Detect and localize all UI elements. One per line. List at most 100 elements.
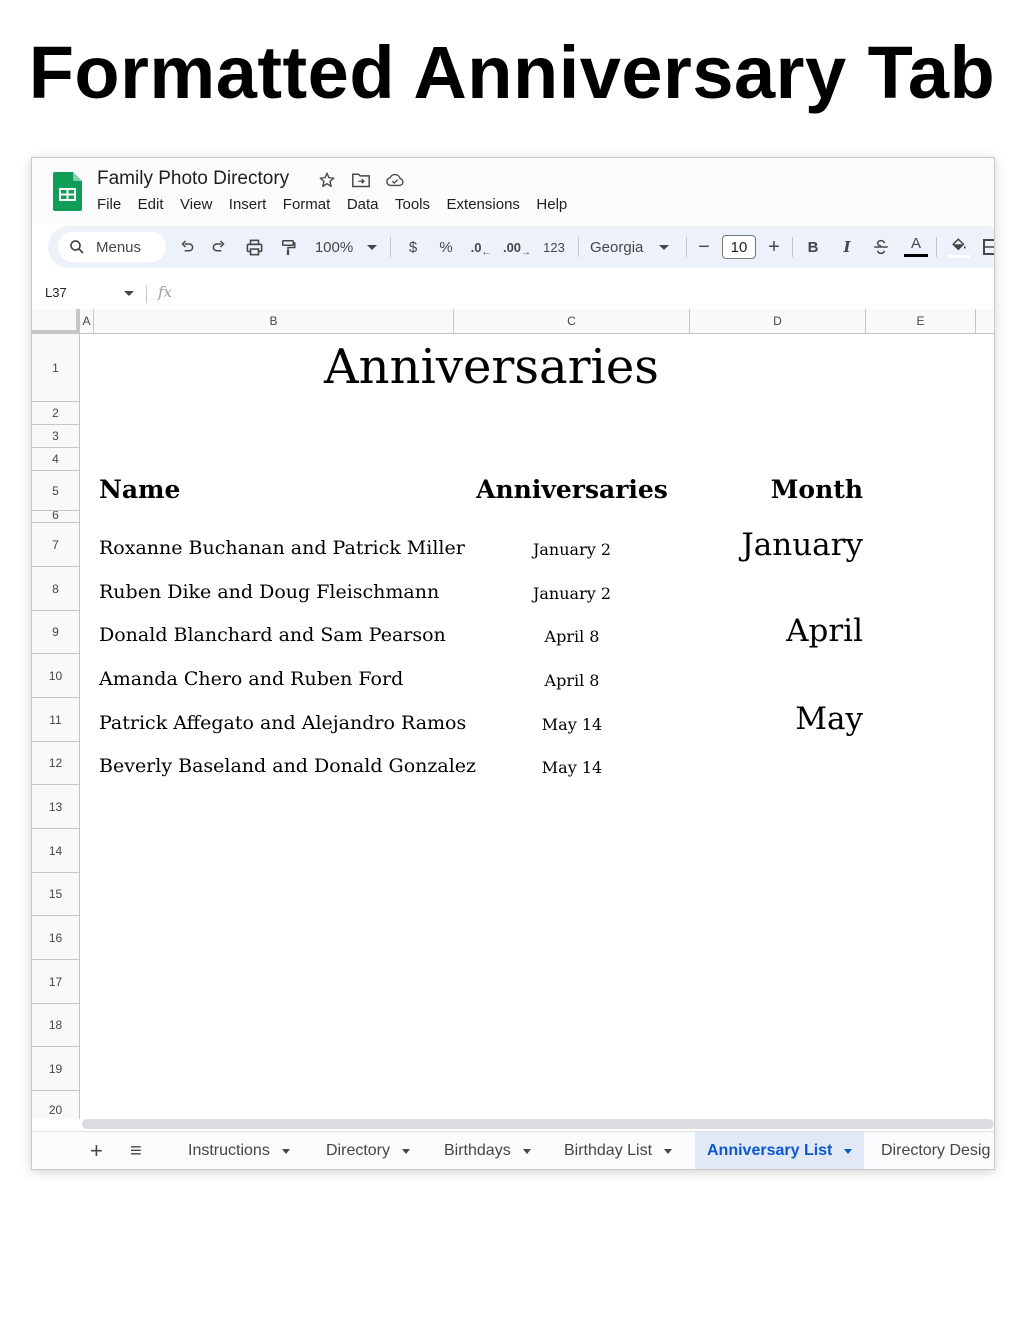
name-cell[interactable]: Amanda Chero and Ruben Ford xyxy=(99,668,403,690)
menu-view[interactable]: View xyxy=(180,196,212,213)
column-header-a[interactable]: A xyxy=(80,309,94,334)
column-header-d[interactable]: D xyxy=(690,309,866,334)
currency-button[interactable]: $ xyxy=(402,226,424,268)
row-header-15[interactable]: 15 xyxy=(32,873,80,916)
date-cell[interactable]: April 8 xyxy=(454,627,690,646)
print-button[interactable] xyxy=(241,226,267,268)
undo-button[interactable] xyxy=(174,226,200,268)
cloud-status-icon[interactable] xyxy=(385,170,405,190)
row-header-3[interactable]: 3 xyxy=(32,425,80,448)
column-header-f[interactable] xyxy=(976,309,994,334)
row-header-11[interactable]: 11 xyxy=(32,698,80,742)
move-folder-icon[interactable] xyxy=(351,170,371,190)
font-size-input[interactable]: 10 xyxy=(722,235,756,259)
row-header-13[interactable]: 13 xyxy=(32,785,80,829)
sheet-tab-bar: + ≡ Instructions Directory Birthdays Bir… xyxy=(32,1131,994,1169)
percent-button[interactable]: % xyxy=(435,226,457,268)
strikethrough-button[interactable] xyxy=(869,226,893,268)
italic-button[interactable]: I xyxy=(836,226,858,268)
month-cell-april[interactable]: April xyxy=(683,613,863,649)
menu-help[interactable]: Help xyxy=(536,196,567,213)
row-header-10[interactable]: 10 xyxy=(32,654,80,698)
column-header-c[interactable]: C xyxy=(454,309,690,334)
star-icon[interactable] xyxy=(317,170,337,190)
tab-birthday-list[interactable]: Birthday List xyxy=(564,1132,673,1169)
name-cell[interactable]: Beverly Baseland and Donald Gonzalez xyxy=(99,755,476,777)
text-color-button[interactable]: A xyxy=(903,226,929,268)
borders-button[interactable] xyxy=(982,226,994,268)
document-title[interactable]: Family Photo Directory xyxy=(97,168,289,190)
row-header-14[interactable]: 14 xyxy=(32,829,80,873)
menu-file[interactable]: File xyxy=(97,196,121,213)
month-cell-january[interactable]: January xyxy=(683,527,863,563)
menu-edit[interactable]: Edit xyxy=(138,196,164,213)
paint-format-button[interactable] xyxy=(275,226,301,268)
row-header-19[interactable]: 19 xyxy=(32,1047,80,1091)
row-header-17[interactable]: 17 xyxy=(32,960,80,1004)
font-size-decrease-button[interactable]: − xyxy=(694,226,714,268)
row-header-5[interactable]: 5 xyxy=(32,471,80,511)
row-header-16[interactable]: 16 xyxy=(32,916,80,960)
bold-button[interactable]: B xyxy=(802,226,824,268)
minus-label: − xyxy=(698,235,710,258)
redo-button[interactable] xyxy=(206,226,232,268)
row-header-7[interactable]: 7 xyxy=(32,523,80,567)
date-cell[interactable]: January 2 xyxy=(454,540,690,559)
sheets-logo-icon[interactable] xyxy=(53,172,82,211)
menu-extensions[interactable]: Extensions xyxy=(447,196,520,213)
row-header-1[interactable]: 1 xyxy=(32,334,80,402)
formula-input[interactable] xyxy=(182,282,982,306)
name-box[interactable]: L37 xyxy=(45,285,67,300)
date-cell[interactable]: April 8 xyxy=(454,671,690,690)
date-cell[interactable]: May 14 xyxy=(454,758,690,777)
menu-data[interactable]: Data xyxy=(347,196,379,213)
row-header-12[interactable]: 12 xyxy=(32,742,80,785)
font-select[interactable]: Georgia xyxy=(588,226,680,268)
fill-color-button[interactable] xyxy=(946,226,972,268)
column-header-b[interactable]: B xyxy=(94,309,454,334)
name-cell[interactable]: Roxanne Buchanan and Patrick Miller xyxy=(99,537,465,559)
row-header-4[interactable]: 4 xyxy=(32,448,80,471)
tab-instructions[interactable]: Instructions xyxy=(188,1132,290,1169)
date-cell[interactable]: January 2 xyxy=(454,584,690,603)
month-cell-may[interactable]: May xyxy=(683,701,863,737)
column-header-e[interactable]: E xyxy=(866,309,976,334)
zoom-select[interactable]: 100% xyxy=(310,226,382,268)
caret-down-icon xyxy=(281,1148,290,1154)
tab-directory[interactable]: Directory xyxy=(326,1132,411,1169)
name-cell[interactable]: Donald Blanchard and Sam Pearson xyxy=(99,624,446,646)
tab-label: Birthday List xyxy=(564,1142,653,1159)
header-month-cell[interactable]: Month xyxy=(683,475,863,504)
menus-search[interactable]: Menus xyxy=(58,232,166,262)
row-header-20[interactable]: 20 xyxy=(32,1091,80,1119)
row-header-6[interactable]: 6 xyxy=(32,511,80,523)
tab-directory-design[interactable]: Directory Desig xyxy=(881,1132,990,1169)
all-sheets-menu-icon[interactable]: ≡ xyxy=(130,1132,142,1169)
increase-decimal-button[interactable]: .00 → xyxy=(502,226,532,268)
page-heading: Formatted Anniversary Tab xyxy=(28,31,996,114)
tab-anniversary-list[interactable]: Anniversary List xyxy=(695,1132,865,1169)
add-sheet-button[interactable]: + xyxy=(90,1132,103,1169)
row-header-9[interactable]: 9 xyxy=(32,611,80,654)
select-all-corner[interactable] xyxy=(32,309,80,334)
font-size-increase-button[interactable]: + xyxy=(764,226,784,268)
date-cell[interactable]: May 14 xyxy=(454,715,690,734)
caret-down-icon[interactable] xyxy=(124,291,134,296)
row-header-8[interactable]: 8 xyxy=(32,567,80,611)
menu-insert[interactable]: Insert xyxy=(229,196,267,213)
row-header-18[interactable]: 18 xyxy=(32,1004,80,1047)
row-header-2[interactable]: 2 xyxy=(32,402,80,425)
caret-down-icon xyxy=(664,1148,673,1154)
decrease-decimal-button[interactable]: .0 ← xyxy=(468,226,494,268)
name-cell[interactable]: Ruben Dike and Doug Fleischmann xyxy=(99,581,439,603)
horizontal-scrollbar[interactable] xyxy=(82,1119,994,1129)
menu-format[interactable]: Format xyxy=(283,196,331,213)
header-name-cell[interactable]: Name xyxy=(99,475,180,504)
search-icon xyxy=(70,240,84,254)
menu-tools[interactable]: Tools xyxy=(395,196,430,213)
number-format-button[interactable]: 123 xyxy=(538,226,570,268)
name-cell[interactable]: Patrick Affegato and Alejandro Ramos xyxy=(99,712,466,734)
sheet-title-cell[interactable]: Anniversaries xyxy=(324,339,659,395)
header-anniversaries-cell[interactable]: Anniversaries xyxy=(454,475,690,504)
tab-birthdays[interactable]: Birthdays xyxy=(444,1132,531,1169)
